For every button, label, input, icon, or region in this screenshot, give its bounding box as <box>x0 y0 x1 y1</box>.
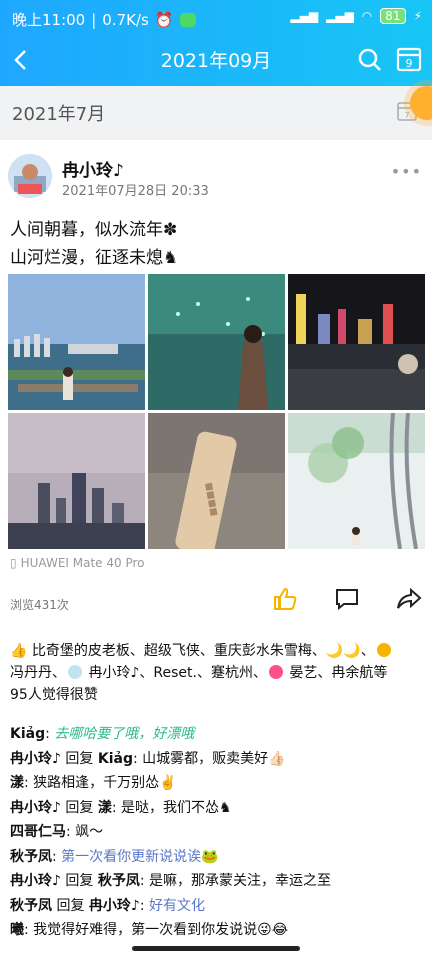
signal-icon: ▂▄▆ <box>290 9 319 23</box>
likes-names[interactable]: 比奇堡的皮老板、超级飞侠、重庆彭水朱雪梅、 <box>32 643 326 659</box>
moon-emoji: 🌙🌙、 <box>325 643 375 659</box>
wifi-icon: ◠ <box>361 9 373 23</box>
likes-names[interactable]: 冉小玲♪、Reset.、蹇杭州、 <box>88 665 267 681</box>
photo-night-city[interactable] <box>288 274 425 410</box>
view-count: 浏览431次 <box>10 598 69 612</box>
avatar-dot <box>68 665 82 679</box>
photo-illustration[interactable] <box>288 413 425 549</box>
like-icon[interactable] <box>272 586 298 612</box>
charging-icon: ⚡ <box>413 9 422 23</box>
likes-names[interactable]: 晏艺、冉余航等 <box>289 665 387 681</box>
signal-icon-2: ▂▄▆ <box>326 9 354 23</box>
content-line: 人间朝暮，似水流年✽ <box>10 220 178 240</box>
comment-item[interactable]: 曦: 我觉得好难得，第一次看到你发说说😜😂 <box>10 918 422 943</box>
comment-icon[interactable] <box>334 586 360 612</box>
author-name[interactable]: 冉小玲♪ <box>62 156 124 181</box>
avatar-dot <box>376 643 391 657</box>
calendar-icon[interactable]: 9 <box>396 46 422 72</box>
comment-item[interactable]: 冉小玲♪ 回复 Kiảg: 山城雾都，贩卖美好👍🏻 <box>10 747 422 772</box>
avatar-dot <box>268 665 283 679</box>
post-content: 人间朝暮，似水流年✽ 山河烂漫，征逐未熄♞ <box>10 216 178 272</box>
comment-item[interactable]: 冉小玲♪ 回复 漾: 是哒，我们不怂♞ <box>10 796 422 821</box>
phone-icon: ▯ <box>10 556 17 570</box>
battery-icon: 81 <box>380 8 406 24</box>
home-indicator[interactable] <box>132 946 300 951</box>
comment-item[interactable]: 漾: 狭路相逢，千万别怂✌️ <box>10 771 422 796</box>
comment-item[interactable]: 冉小玲♪ 回复 秋予凤: 是嘛，那承蒙关注，幸运之至 <box>10 869 422 894</box>
search-icon[interactable] <box>356 46 384 74</box>
photo-ice-cream[interactable]: ■■■■ <box>148 413 285 549</box>
likes-names[interactable]: 冯丹丹、 <box>10 665 66 681</box>
likes-count[interactable]: 95人觉得很赞 <box>10 687 98 703</box>
comments-list: Kiảg: 去哪哈要了哦，好漂哦 冉小玲♪ 回复 Kiảg: 山城雾都，贩卖美好… <box>10 722 422 943</box>
comment-item[interactable]: Kiảg: 去哪哈要了哦，好漂哦 <box>10 722 422 747</box>
nav-bar: 2021年09月 9 <box>0 40 432 80</box>
avatar[interactable] <box>8 154 52 198</box>
photo-sunset-buildings[interactable] <box>8 413 145 549</box>
svg-text:7: 7 <box>404 111 409 120</box>
comment-item[interactable]: 秋予凤: 第一次看你更新说说诶🐸 <box>10 845 422 870</box>
more-icon[interactable]: ••• <box>391 162 422 181</box>
network-speed: 0.7K/s <box>102 10 149 29</box>
month-header: 2021年7月 7 <box>0 86 432 140</box>
photo-aquarium[interactable] <box>148 274 285 410</box>
svg-text:9: 9 <box>406 57 413 70</box>
post-time: 2021年07月28日 20:33 <box>62 184 209 199</box>
comment-item[interactable]: 秋予凤 回复 冉小玲♪: 好有文化 <box>10 894 422 919</box>
likes-list: 👍 比奇堡的皮老板、超级飞侠、重庆彭水朱雪梅、🌙🌙、 冯丹丹、 冉小玲♪、Res… <box>10 640 422 706</box>
photo-grid: ■■■■ <box>8 274 425 550</box>
status-time: 晚上11:00 <box>12 11 86 29</box>
thumb-icon: 👍 <box>10 643 28 659</box>
status-bar: 晚上11:00 | 0.7K/s ⏰ ▂▄▆ ▂▄▆ ◠ 81 ⚡ <box>12 8 422 29</box>
share-icon[interactable] <box>396 586 422 612</box>
comment-item[interactable]: 四哥仁马: 飒～ <box>10 820 422 845</box>
wechat-icon <box>179 12 196 27</box>
photo-city-skyline[interactable] <box>8 274 145 410</box>
device-label: ▯ HUAWEI Mate 40 Pro <box>10 556 145 570</box>
alarm-icon: ⏰ <box>154 10 174 29</box>
content-line: 山河烂漫，征逐未熄♞ <box>10 248 179 268</box>
top-bar: 晚上11:00 | 0.7K/s ⏰ ▂▄▆ ▂▄▆ ◠ 81 ⚡ 2021年0… <box>0 0 432 86</box>
month-label: 2021年7月 <box>12 104 106 125</box>
